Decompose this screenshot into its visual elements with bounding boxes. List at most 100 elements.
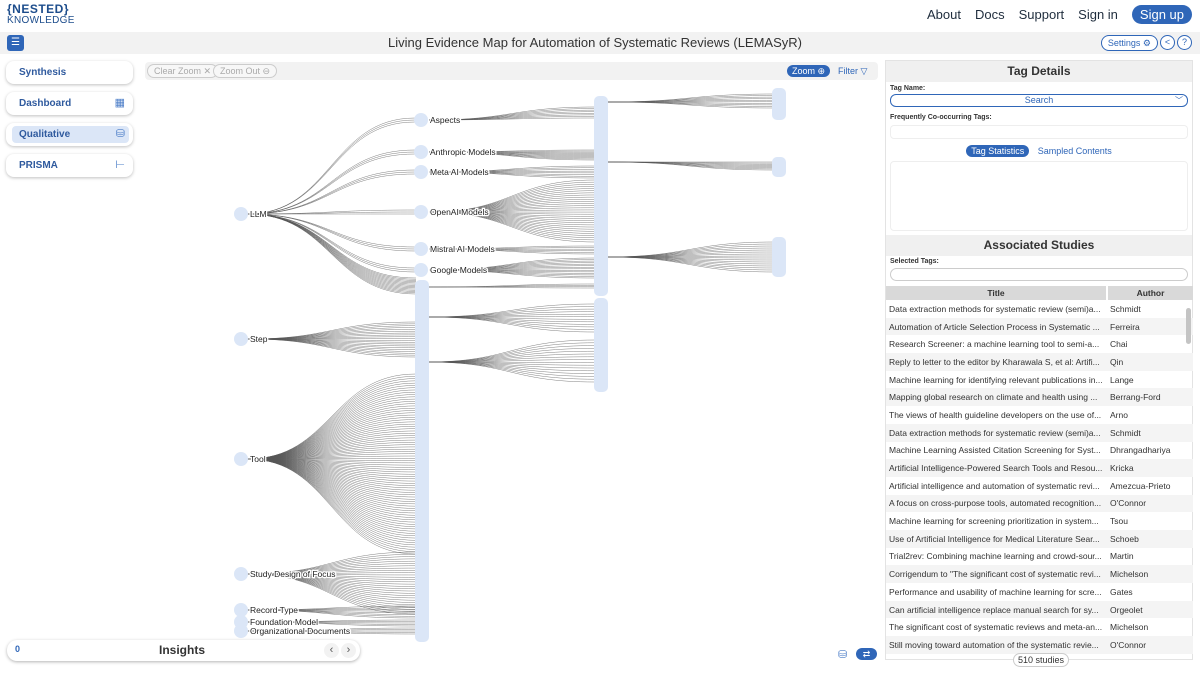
table-row[interactable]: Artificial Intelligence-Powered Search T…	[886, 459, 1193, 477]
sidebar-item-synthesis[interactable]: Synthesis	[6, 61, 133, 84]
study-title: Data extraction methods for systematic r…	[886, 423, 1107, 442]
table-row[interactable]: Data extraction methods for systematic r…	[886, 423, 1193, 442]
chevron-left-icon[interactable]: ‹	[324, 643, 339, 658]
table-row[interactable]: Trial2rev: Combining machine learning an…	[886, 548, 1193, 566]
column-header-title[interactable]: Title	[886, 286, 1108, 300]
graph-edge	[246, 213, 417, 294]
graph-edge	[246, 169, 416, 215]
organizational-documents-label[interactable]: Organizational Documents	[249, 625, 352, 638]
left-sidebar: Synthesis Dashboard ▦ Qualitative ⛁ PRISMA…	[6, 61, 133, 185]
table-scrollbar[interactable]	[1186, 308, 1191, 344]
llm-label[interactable]: LLM	[249, 208, 268, 221]
graph-edge	[246, 458, 417, 521]
leaf-tag-bar-1[interactable]	[772, 88, 786, 120]
table-row[interactable]: Reply to letter to the editor by Kharawa…	[886, 353, 1193, 371]
table-row[interactable]: Automation of Article Selection Process …	[886, 317, 1193, 336]
step-label[interactable]: Step	[249, 333, 269, 346]
table-row[interactable]: A focus on cross-purpose tools, automate…	[886, 494, 1193, 513]
table-row[interactable]: Use of Artificial Intelligence for Medic…	[886, 529, 1193, 548]
graph-edge	[246, 458, 417, 546]
gear-icon: ⚙	[1142, 38, 1151, 48]
table-row[interactable]: Can artificial intelligence replace manu…	[886, 600, 1193, 619]
sidebar-item-qualitative[interactable]: Qualitative ⛁	[6, 123, 133, 146]
table-row[interactable]: Machine Learning Assisted Citation Scree…	[886, 442, 1193, 460]
clear-zoom-button[interactable]: Clear Zoom ✕	[147, 64, 219, 78]
study-author: Qin	[1107, 353, 1193, 371]
graph-edge	[246, 213, 417, 281]
nav-support-link[interactable]: Support	[1019, 7, 1065, 22]
tool-node[interactable]	[234, 452, 248, 466]
table-row[interactable]: Artificial intelligence and automation o…	[886, 477, 1193, 495]
share-icon[interactable]: <	[1160, 35, 1175, 50]
tool-label[interactable]: Tool	[249, 453, 267, 466]
table-row[interactable]: Machine learning for screening prioritiz…	[886, 512, 1193, 530]
graph-edge	[425, 361, 596, 372]
column-header-author[interactable]: Author	[1107, 286, 1193, 300]
sign-up-button[interactable]: Sign up	[1131, 5, 1192, 24]
aspects-label[interactable]: Aspects	[429, 114, 462, 127]
close-icon: ✕	[203, 66, 212, 76]
openai-models-node[interactable]	[414, 205, 428, 219]
openai-models-label[interactable]: OpenAI Models	[429, 206, 490, 219]
table-row[interactable]: Performance and usability of machine lea…	[886, 583, 1193, 601]
study-title: Artificial intelligence and automation o…	[889, 480, 1100, 491]
child-tag-bar[interactable]	[594, 96, 608, 296]
nav-sign-in-link[interactable]: Sign in	[1078, 7, 1118, 22]
table-row[interactable]: Data extraction methods for systematic r…	[886, 300, 1193, 318]
sidebar-item-dashboard[interactable]: Dashboard ▦	[6, 92, 133, 115]
table-row[interactable]: Mapping global research on climate and h…	[886, 388, 1193, 407]
graph-edge	[246, 391, 417, 460]
organizational-documents-node[interactable]	[234, 624, 248, 638]
aspects-node[interactable]	[414, 113, 428, 127]
tab-sampled-contents[interactable]: Sampled Contents	[1038, 146, 1112, 156]
google-models-label[interactable]: Google Models	[429, 264, 489, 277]
sidebar-item-prisma[interactable]: PRISMA ⊢	[6, 154, 133, 177]
leaf-tag-bar-3[interactable]	[772, 237, 786, 277]
zoom-out-button[interactable]: Zoom Out ⊖	[213, 64, 278, 78]
record-type-label[interactable]: Record Type	[249, 604, 300, 617]
chevron-right-icon[interactable]: ›	[341, 643, 356, 658]
share-graph-icon[interactable]: ⇄	[856, 648, 877, 660]
graph-edge	[425, 316, 596, 328]
help-icon[interactable]: ?	[1177, 35, 1192, 50]
settings-button[interactable]: Settings ⚙	[1100, 35, 1158, 51]
page-title: Living Evidence Map for Automation of Sy…	[387, 35, 802, 50]
mistral-ai-models-node[interactable]	[414, 242, 428, 256]
table-row[interactable]: Machine learning for identifying relevan…	[886, 371, 1193, 389]
download-icon[interactable]: ⛁	[838, 648, 847, 661]
table-row[interactable]: Research Screener: a machine learning to…	[886, 335, 1193, 353]
selected-tags-input[interactable]	[890, 268, 1188, 281]
step-node[interactable]	[234, 332, 248, 346]
study-design-of-focus-node[interactable]	[234, 567, 248, 581]
meta-ai-models-node[interactable]	[414, 165, 428, 179]
nav-about-link[interactable]: About	[927, 7, 961, 22]
record-type-node[interactable]	[234, 603, 248, 617]
meta-ai-models-label[interactable]: Meta AI Models	[429, 166, 490, 179]
leaf-tag-bar-2[interactable]	[772, 157, 786, 177]
mistral-ai-models-label[interactable]: Mistral AI Models	[429, 243, 496, 256]
insights-panel[interactable]: 0 Insights ‹ ›	[7, 640, 360, 661]
graph-edge	[246, 213, 417, 285]
tab-tag-statistics[interactable]: Tag Statistics	[966, 145, 1030, 157]
llm-node[interactable]	[234, 207, 248, 221]
nested-knowledge-logo[interactable]: {NESTED} KNOWLEDGE	[7, 3, 75, 26]
study-title: Trial2rev: Combining machine learning an…	[889, 551, 1102, 562]
child-tag-bar-lower[interactable]	[594, 298, 608, 392]
tag-search-select[interactable]: Search ﹀	[890, 94, 1188, 107]
table-row[interactable]: The significant cost of systematic revie…	[886, 618, 1193, 636]
study-design-of-focus-label[interactable]: Study Design of Focus	[249, 568, 337, 581]
anthropic-models-node[interactable]	[414, 145, 428, 159]
nav-docs-link[interactable]: Docs	[975, 7, 1005, 22]
study-author: Kricka	[1107, 459, 1193, 477]
graph-edge	[425, 286, 596, 289]
anthropic-models-label[interactable]: Anthropic Models	[429, 146, 497, 159]
zoom-button[interactable]: Zoom ⊕	[787, 65, 831, 77]
table-row[interactable]: Still moving toward automation of the sy…	[886, 636, 1193, 654]
filter-button[interactable]: Filter ▽	[838, 65, 867, 77]
table-row[interactable]: The views of health guideline developers…	[886, 406, 1193, 424]
llm-tag-bar[interactable]	[415, 280, 429, 642]
graph-edge	[246, 458, 417, 523]
table-row[interactable]: Corrigendum to "The significant cost of …	[886, 565, 1193, 583]
google-models-node[interactable]	[414, 263, 428, 277]
tag-hierarchy-graph[interactable]: LLM Step Tool Study Design of Focus Record T…	[135, 82, 880, 652]
